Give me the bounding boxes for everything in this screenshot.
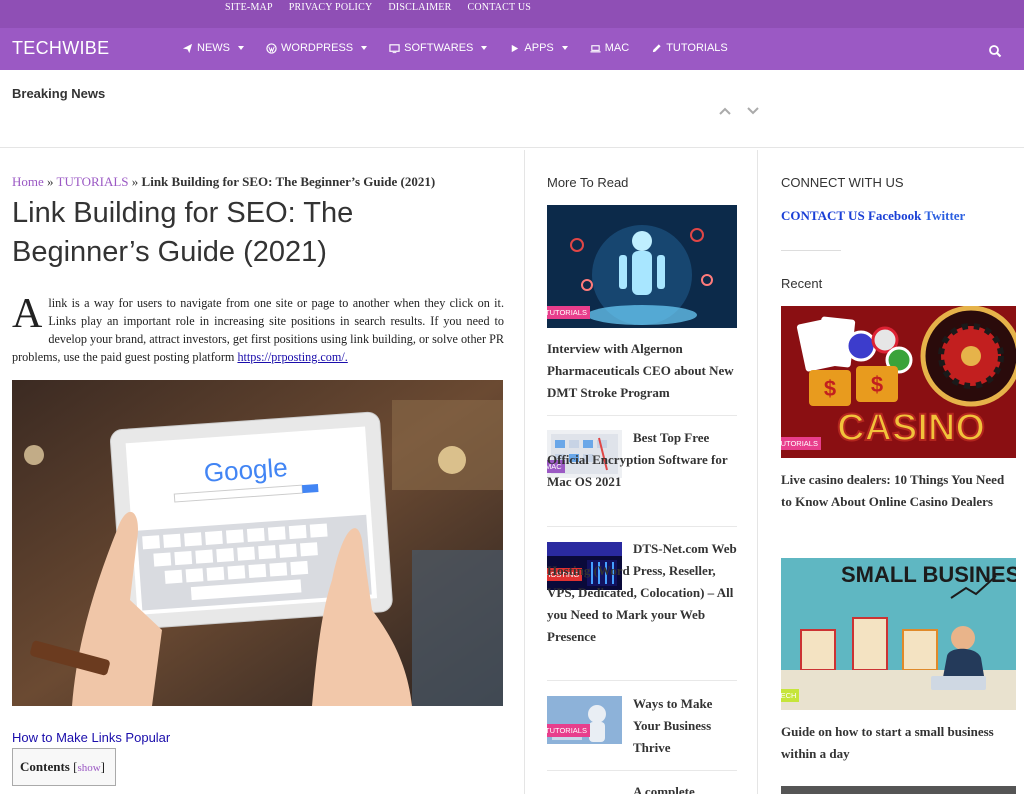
category-tag[interactable]: TECH	[781, 689, 800, 702]
breadcrumb-category[interactable]: TUTORIALS	[57, 174, 129, 189]
pencil-icon	[653, 43, 661, 52]
top-utility-bar: SITE-MAP PRIVACY POLICY DISCLAIMER CONTA…	[0, 0, 1024, 28]
recent-thumbnail[interactable]	[781, 786, 1016, 794]
divider	[547, 680, 737, 681]
divider	[547, 415, 737, 416]
recent-article-title[interactable]: Live casino dealers: 10 Things You Need …	[781, 469, 1016, 513]
more-to-read-column: More To Read TUTORIALS Interview with Al…	[526, 150, 758, 794]
topbar-link-sitemap[interactable]: SITE-MAP	[225, 2, 273, 13]
breadcrumb-separator: »	[131, 174, 139, 189]
chevron-down-icon	[238, 46, 244, 50]
nav-item-apps[interactable]: APPS	[509, 42, 568, 54]
svg-text:$: $	[824, 376, 836, 401]
breadcrumb-separator: »	[47, 174, 54, 189]
recent-heading: Recent	[781, 276, 823, 291]
toc-link[interactable]: How to Make Links Popular	[12, 730, 170, 745]
contents-label: Contents	[20, 759, 70, 774]
sidebar-column: CONNECT WITH US CONTACT US Facebook Twit…	[759, 150, 1024, 794]
laptop-icon	[590, 44, 601, 52]
article-title[interactable]: DTS-Net.com Web Hosting (Word Press, Res…	[547, 538, 737, 648]
divider	[781, 250, 841, 251]
svg-text:$: $	[871, 372, 883, 397]
hero-image: Google	[12, 380, 503, 706]
nav-label-apps: APPS	[524, 42, 554, 54]
nav-label-mac: MAC	[604, 42, 630, 54]
paper-plane-icon	[182, 43, 193, 53]
hero-google-text: Google	[203, 452, 289, 488]
recent-thumbnail[interactable]: $ $ CASINO TUTORIALS	[781, 306, 1016, 458]
category-tag[interactable]: TUTORIALS	[781, 437, 821, 450]
nav-item-mac[interactable]: MAC	[590, 42, 629, 54]
breadcrumb-current: Link Building for SEO: The Beginner’s Gu…	[141, 174, 436, 189]
divider	[547, 770, 737, 771]
nav-item-news[interactable]: NEWS	[182, 42, 244, 54]
breadcrumb-home[interactable]: Home	[12, 174, 44, 189]
contact-us-link[interactable]: CONTACT US	[781, 208, 865, 223]
article-title[interactable]: Ways to Make Your Business Thrive	[547, 693, 737, 759]
play-icon	[512, 44, 519, 52]
contents-box: Contents [show]	[12, 748, 116, 786]
recent-thumbnail[interactable]: SMALL BUSINESS TECH	[781, 558, 1016, 710]
article-intro: A link is a way for users to navigate fr…	[12, 291, 504, 366]
featured-thumbnail[interactable]: TUTORIALS	[547, 205, 737, 328]
chevron-down-icon[interactable]	[746, 106, 760, 116]
breadcrumb: Home » TUTORIALS » Link Building for SEO…	[12, 174, 435, 190]
breaking-news-label: Breaking News	[12, 86, 106, 101]
nav-item-wordpress[interactable]: WORDPRESS	[266, 42, 368, 54]
breaking-news-bar: Breaking News	[0, 70, 1024, 148]
chevron-down-icon	[361, 46, 368, 50]
topbar-link-privacy[interactable]: PRIVACY POLICY	[289, 2, 373, 13]
dropcap-letter: A	[12, 291, 43, 337]
monitor-icon	[389, 43, 400, 53]
connect-heading: CONNECT WITH US	[781, 175, 904, 190]
nav-label-tutorials: TUTORIALS	[666, 42, 728, 54]
chevron-down-icon	[561, 46, 568, 50]
topbar-link-contact[interactable]: CONTACT US	[468, 2, 532, 13]
casino-image-text: CASINO	[837, 407, 985, 449]
wordpress-icon	[266, 42, 277, 54]
article-title[interactable]: A complete	[547, 781, 737, 794]
page-title: Link Building for SEO: The Beginner’s Gu…	[12, 197, 354, 268]
chevron-up-icon[interactable]	[718, 106, 732, 116]
facebook-link[interactable]: Facebook	[868, 208, 921, 223]
article-title[interactable]: Best Top Free Official Encryption Softwa…	[547, 427, 737, 493]
article-column: Home » TUTORIALS » Link Building for SEO…	[0, 150, 525, 794]
divider	[547, 526, 737, 527]
nav-item-softwares[interactable]: SOFTWARES	[389, 42, 488, 54]
contents-show-toggle[interactable]: show	[77, 762, 100, 774]
intro-link[interactable]: https://prposting.com/.	[237, 350, 347, 364]
topbar-link-disclaimer[interactable]: DISCLAIMER	[388, 2, 451, 13]
nav-label-softwares: SOFTWARES	[404, 42, 474, 54]
featured-article-title[interactable]: Interview with Algernon Pharmaceuticals …	[547, 338, 737, 404]
search-icon[interactable]	[988, 44, 1002, 58]
connect-links: CONTACT US Facebook Twitter	[781, 208, 965, 224]
site-logo[interactable]: TECHWIBE	[12, 38, 109, 59]
recent-article-title[interactable]: Guide on how to start a small business w…	[781, 721, 1016, 765]
smallbiz-image-text: SMALL BUSINESS	[841, 562, 1016, 587]
chevron-down-icon	[481, 46, 488, 50]
category-tag[interactable]: TUTORIALS	[547, 306, 590, 319]
nav-label-news: NEWS	[197, 42, 230, 54]
twitter-link[interactable]: Twitter	[924, 208, 965, 223]
nav-label-wordpress: WORDPRESS	[281, 42, 354, 54]
more-to-read-heading: More To Read	[547, 175, 629, 190]
main-navigation: TECHWIBE NEWS WORDPRESS SOFTWARES APPS M…	[0, 28, 1024, 70]
nav-item-tutorials[interactable]: TUTORIALS	[651, 42, 728, 54]
